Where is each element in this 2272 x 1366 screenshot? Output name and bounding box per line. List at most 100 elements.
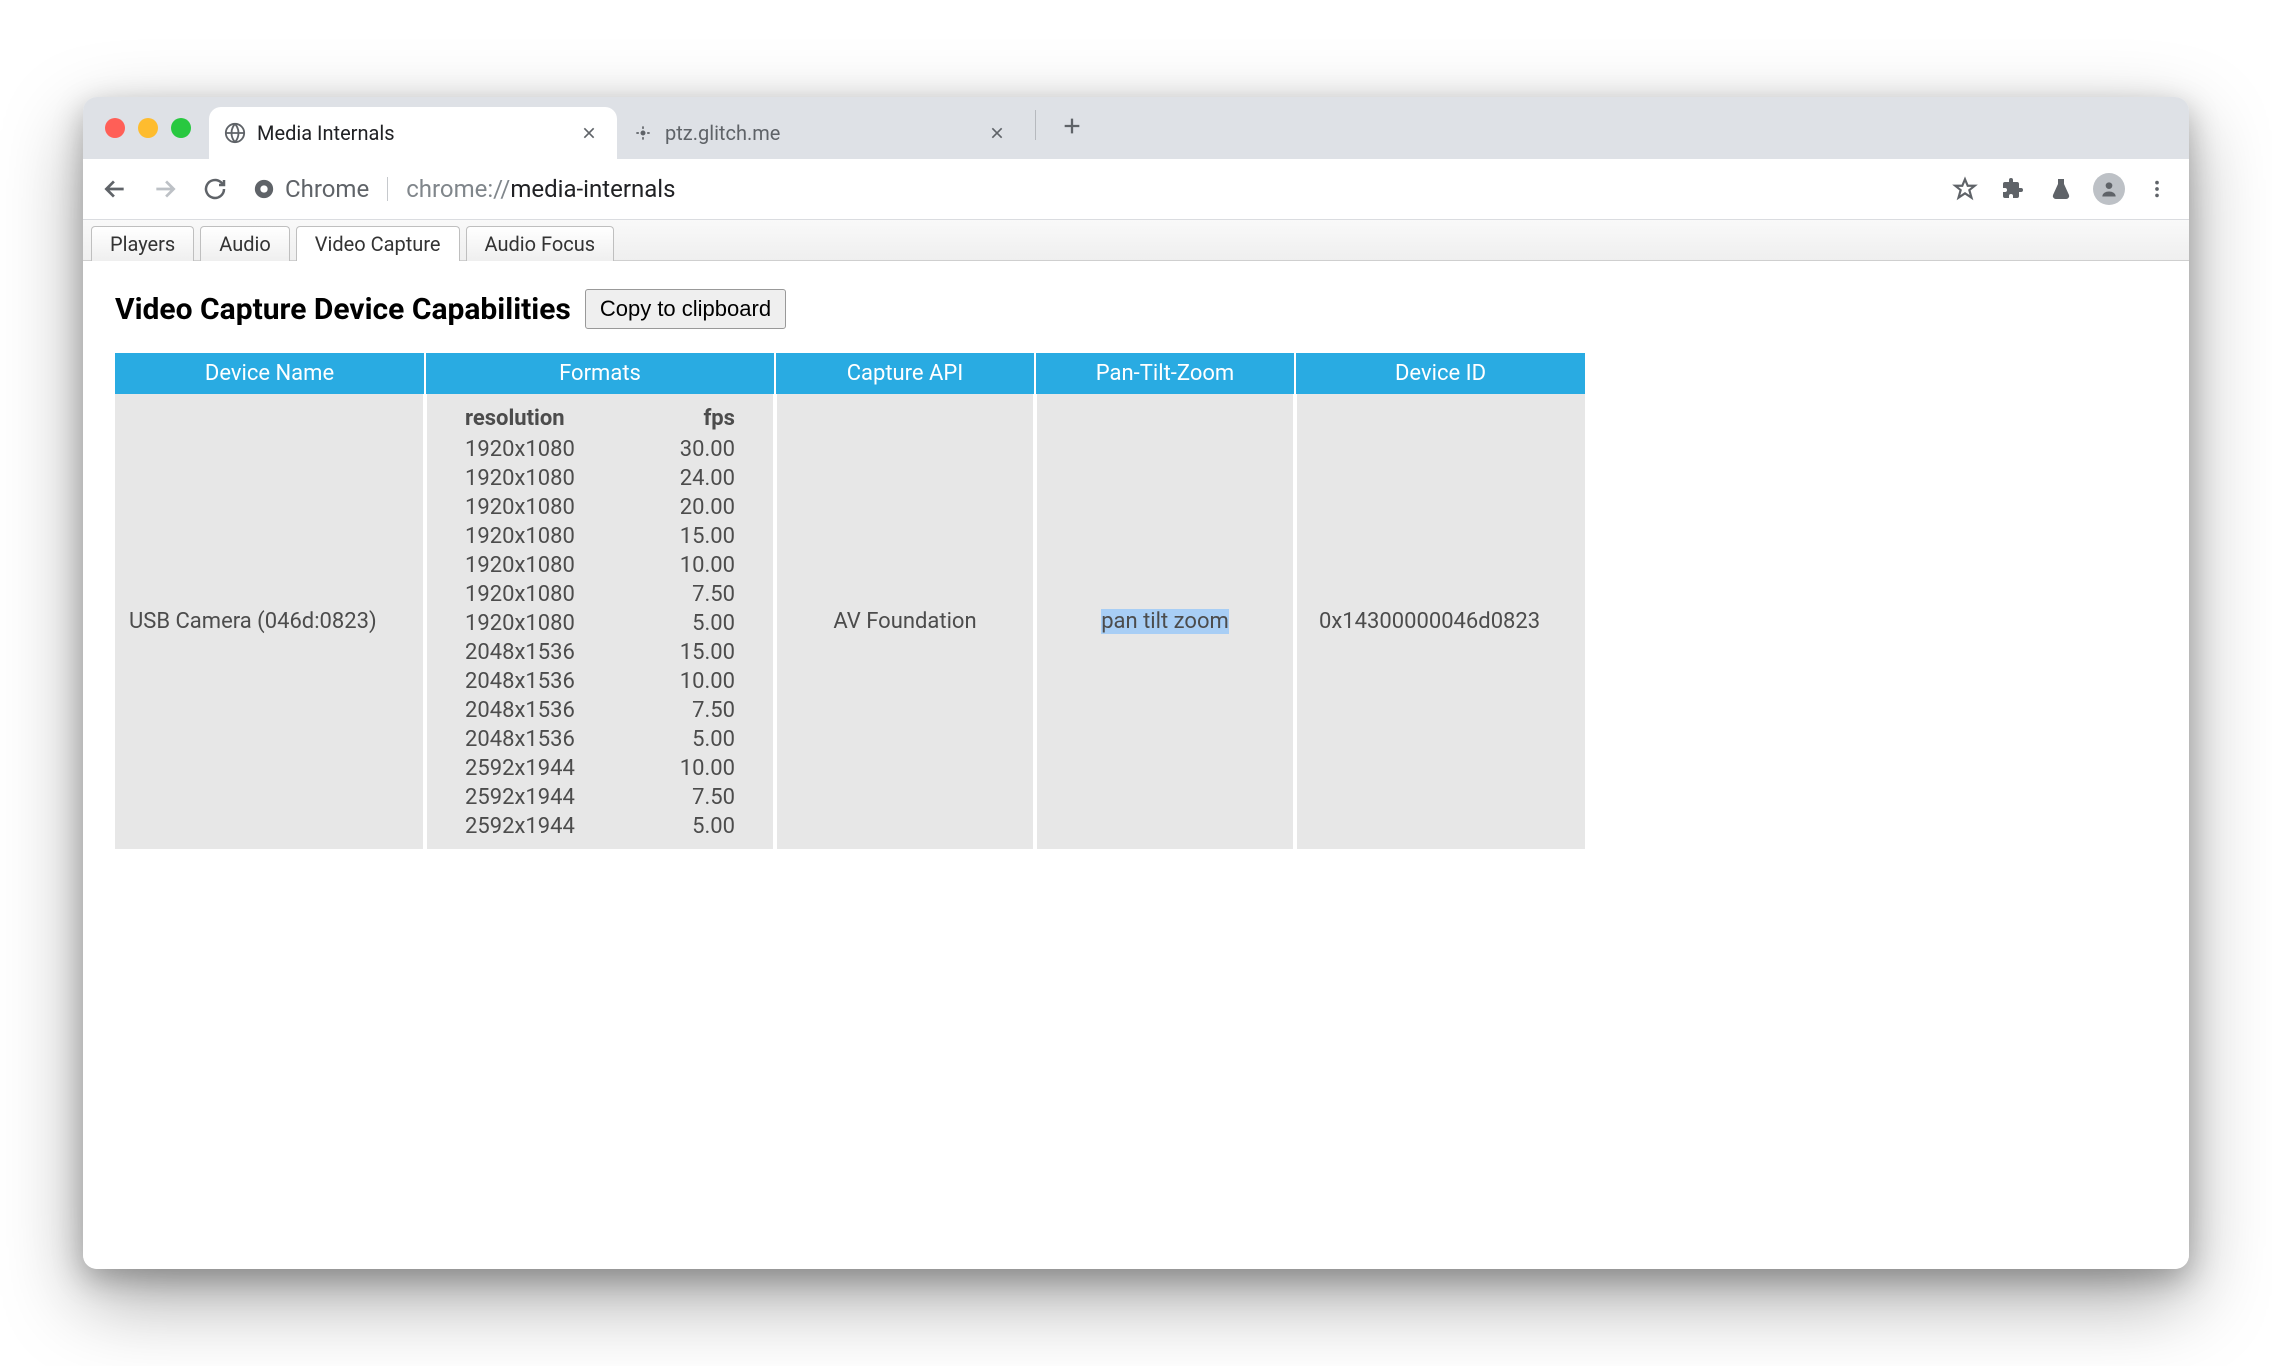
address-bar[interactable]: Chrome chrome://media-internals [243, 167, 1929, 211]
formats-col-resolution: resolution [441, 402, 635, 435]
tab-players[interactable]: Players [91, 226, 194, 261]
tab-video-capture[interactable]: Video Capture [296, 226, 460, 261]
format-resolution: 2048x1536 [441, 667, 635, 696]
capabilities-table: Device Name Formats Capture API Pan-Tilt… [115, 353, 1585, 849]
extensions-button[interactable] [1991, 167, 2035, 211]
browser-window: Media Internals ptz.glitch.me [83, 97, 2189, 1269]
page-tabbar: Players Audio Video Capture Audio Focus [83, 220, 2189, 261]
reload-button[interactable] [193, 167, 237, 211]
page-title: Video Capture Device Capabilities [115, 292, 571, 327]
format-fps: 7.50 [635, 580, 759, 609]
profile-button[interactable] [2087, 167, 2131, 211]
site-chip-label: Chrome [285, 175, 369, 203]
col-ptz[interactable]: Pan-Tilt-Zoom [1035, 353, 1295, 394]
cell-ptz: pan tilt zoom [1035, 394, 1295, 849]
browser-tab-ptz[interactable]: ptz.glitch.me [617, 107, 1025, 159]
format-resolution: 2048x1536 [441, 638, 635, 667]
format-row: 1920x108010.00 [441, 551, 759, 580]
site-chip[interactable]: Chrome [253, 175, 369, 203]
format-row: 1920x10805.00 [441, 609, 759, 638]
url-scheme: chrome:// [406, 175, 510, 203]
tab-close-button[interactable] [575, 119, 603, 147]
format-fps: 30.00 [635, 435, 759, 464]
format-row: 2048x153610.00 [441, 667, 759, 696]
formats-subtable: resolution fps 1920x108030.001920x108024… [441, 402, 759, 841]
tab-audio[interactable]: Audio [200, 226, 290, 261]
format-row: 1920x108030.00 [441, 435, 759, 464]
browser-tabs: Media Internals ptz.glitch.me [209, 97, 1092, 159]
browser-toolbar: Chrome chrome://media-internals [83, 159, 2189, 220]
format-resolution: 2048x1536 [441, 725, 635, 754]
toolbar-actions [1943, 167, 2179, 211]
format-resolution: 2048x1536 [441, 696, 635, 725]
format-row: 1920x108024.00 [441, 464, 759, 493]
format-fps: 5.00 [635, 609, 759, 638]
format-row: 2048x15365.00 [441, 725, 759, 754]
col-device-name[interactable]: Device Name [115, 353, 425, 394]
page-content: Video Capture Device Capabilities Copy t… [83, 261, 2189, 1269]
col-device-id[interactable]: Device ID [1295, 353, 1585, 394]
cell-capture-api: AV Foundation [775, 394, 1035, 849]
tab-strip: Media Internals ptz.glitch.me [83, 97, 2189, 159]
format-fps: 15.00 [635, 638, 759, 667]
page-title-row: Video Capture Device Capabilities Copy t… [115, 289, 2157, 329]
format-fps: 10.00 [635, 667, 759, 696]
format-row: 1920x10807.50 [441, 580, 759, 609]
url-display: chrome://media-internals [406, 175, 675, 203]
forward-button[interactable] [143, 167, 187, 211]
labs-button[interactable] [2039, 167, 2083, 211]
format-fps: 5.00 [635, 812, 759, 841]
cell-device-id: 0x14300000046d0823 [1295, 394, 1585, 849]
format-fps: 24.00 [635, 464, 759, 493]
window-close-button[interactable] [105, 118, 125, 138]
browser-tab-media-internals[interactable]: Media Internals [209, 107, 617, 159]
format-resolution: 1920x1080 [441, 609, 635, 638]
kebab-menu-button[interactable] [2135, 167, 2179, 211]
format-fps: 7.50 [635, 696, 759, 725]
format-resolution: 1920x1080 [441, 580, 635, 609]
window-minimize-button[interactable] [138, 118, 158, 138]
format-resolution: 1920x1080 [441, 464, 635, 493]
format-resolution: 2592x1944 [441, 754, 635, 783]
format-resolution: 2592x1944 [441, 783, 635, 812]
copy-to-clipboard-button[interactable]: Copy to clipboard [585, 289, 786, 329]
col-formats[interactable]: Formats [425, 353, 775, 394]
ptz-favicon-icon [631, 121, 655, 145]
format-fps: 10.00 [635, 754, 759, 783]
new-tab-button[interactable] [1052, 106, 1092, 146]
bookmark-star-button[interactable] [1943, 167, 1987, 211]
window-controls [95, 97, 209, 159]
format-fps: 20.00 [635, 493, 759, 522]
format-row: 2048x15367.50 [441, 696, 759, 725]
omnibox-separator [387, 177, 388, 201]
format-row: 2592x194410.00 [441, 754, 759, 783]
table-row: USB Camera (046d:0823) resolution fps 19… [115, 394, 1585, 849]
tab-audio-focus[interactable]: Audio Focus [466, 226, 615, 261]
globe-icon [223, 121, 247, 145]
format-fps: 7.50 [635, 783, 759, 812]
format-fps: 15.00 [635, 522, 759, 551]
window-maximize-button[interactable] [171, 118, 191, 138]
format-fps: 5.00 [635, 725, 759, 754]
formats-col-fps: fps [635, 402, 759, 435]
format-row: 1920x108020.00 [441, 493, 759, 522]
avatar-icon [2093, 173, 2125, 205]
format-row: 2592x19445.00 [441, 812, 759, 841]
tab-separator [1035, 110, 1036, 140]
back-button[interactable] [93, 167, 137, 211]
format-row: 2592x19447.50 [441, 783, 759, 812]
format-resolution: 1920x1080 [441, 435, 635, 464]
format-row: 2048x153615.00 [441, 638, 759, 667]
format-row: 1920x108015.00 [441, 522, 759, 551]
url-path: media-internals [510, 175, 675, 203]
format-resolution: 2592x1944 [441, 812, 635, 841]
format-resolution: 1920x1080 [441, 493, 635, 522]
tab-title: Media Internals [257, 121, 565, 145]
format-resolution: 1920x1080 [441, 551, 635, 580]
col-capture-api[interactable]: Capture API [775, 353, 1035, 394]
tab-title: ptz.glitch.me [665, 121, 973, 145]
cell-formats: resolution fps 1920x108030.001920x108024… [425, 394, 775, 849]
format-fps: 10.00 [635, 551, 759, 580]
tab-close-button[interactable] [983, 119, 1011, 147]
format-resolution: 1920x1080 [441, 522, 635, 551]
